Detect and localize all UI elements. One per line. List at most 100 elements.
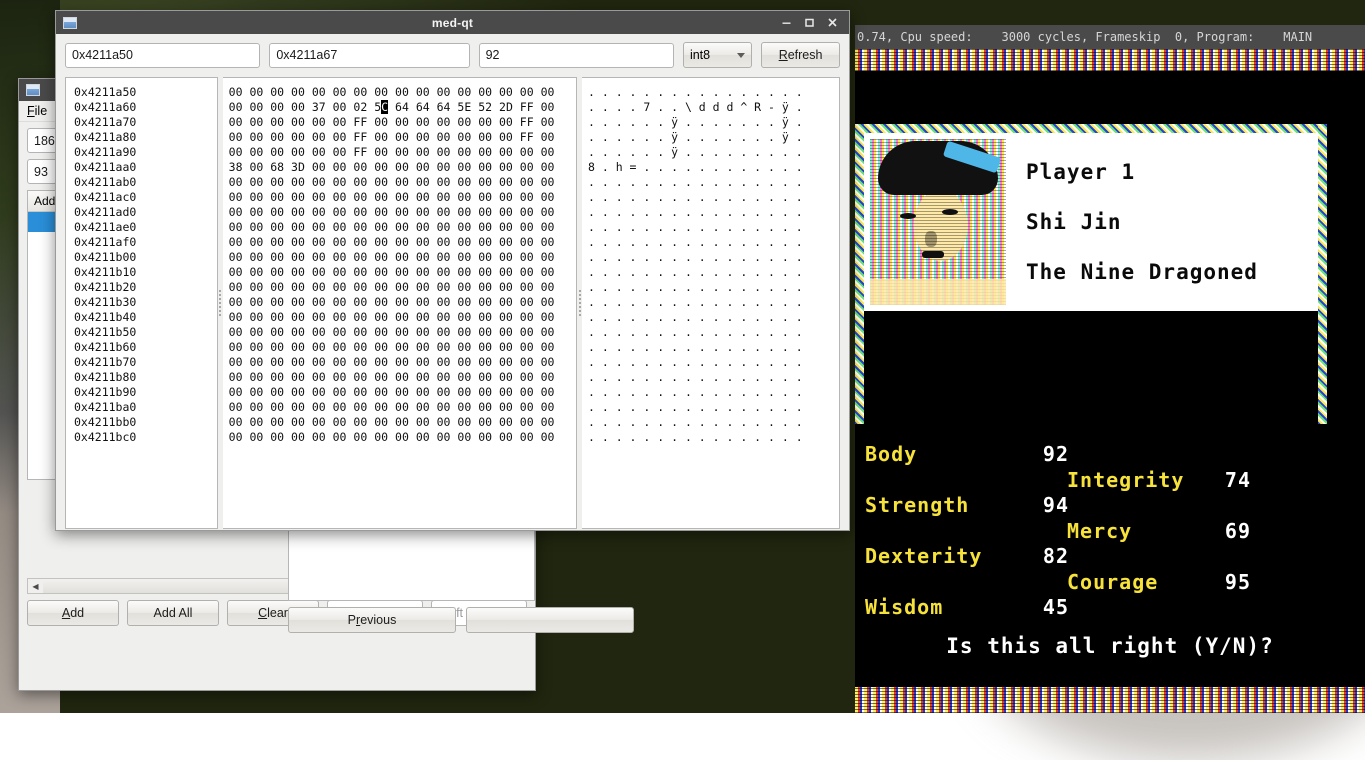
secondary-results-panel[interactable] — [288, 528, 535, 601]
hex-byte[interactable]: 00 — [229, 340, 243, 354]
hex-row[interactable]: 00 00 00 00 00 00 00 00 00 00 00 00 00 0… — [229, 385, 576, 400]
hex-byte[interactable]: 00 — [541, 235, 555, 249]
hex-byte[interactable]: 00 — [229, 130, 243, 144]
hex-byte[interactable]: 00 — [541, 295, 555, 309]
hex-byte[interactable]: 00 — [333, 310, 347, 324]
hex-byte[interactable]: 00 — [312, 385, 326, 399]
hex-byte[interactable]: 00 — [457, 160, 471, 174]
hex-byte[interactable]: 00 — [249, 220, 263, 234]
ascii-row[interactable]: . . . . . . . . . . . . . . . . — [588, 235, 839, 250]
address-row[interactable]: 0x4211b70 — [74, 355, 217, 370]
hex-byte[interactable]: 00 — [291, 205, 305, 219]
hex-byte[interactable]: 00 — [249, 115, 263, 129]
ascii-row[interactable]: . . . . . . . . . . . . . . . . — [588, 430, 839, 445]
hex-byte[interactable]: 00 — [437, 130, 451, 144]
hex-byte[interactable]: 00 — [229, 115, 243, 129]
hex-row[interactable]: 00 00 00 00 00 00 00 00 00 00 00 00 00 0… — [229, 205, 576, 220]
hex-byte[interactable]: 00 — [395, 295, 409, 309]
hex-byte[interactable]: 00 — [416, 85, 430, 99]
hex-byte[interactable]: 00 — [374, 85, 388, 99]
hex-byte[interactable]: 00 — [312, 400, 326, 414]
hex-byte[interactable]: 00 — [249, 385, 263, 399]
hex-byte[interactable]: 00 — [457, 295, 471, 309]
hex-byte[interactable]: 00 — [291, 370, 305, 384]
hex-byte[interactable]: 00 — [249, 295, 263, 309]
hex-byte[interactable]: 00 — [249, 415, 263, 429]
hex-byte[interactable]: 00 — [499, 400, 513, 414]
hex-byte[interactable]: 00 — [333, 115, 347, 129]
add-button[interactable]: Add — [27, 600, 119, 626]
hex-row[interactable]: 00 00 00 00 00 00 00 00 00 00 00 00 00 0… — [229, 415, 576, 430]
hex-byte[interactable]: 00 — [395, 310, 409, 324]
hex-byte[interactable]: 00 — [374, 205, 388, 219]
hex-byte[interactable]: 00 — [416, 280, 430, 294]
ascii-row[interactable]: . . . . . . . . . . . . . . . . — [588, 190, 839, 205]
hex-byte[interactable]: 02 — [353, 100, 367, 114]
hex-row[interactable]: 00 00 00 00 00 00 00 00 00 00 00 00 00 0… — [229, 280, 576, 295]
hex-byte[interactable]: 00 — [395, 250, 409, 264]
hex-byte[interactable]: 00 — [333, 235, 347, 249]
hex-byte[interactable]: 00 — [437, 190, 451, 204]
hex-byte[interactable]: 00 — [478, 295, 492, 309]
hex-byte[interactable]: 00 — [478, 145, 492, 159]
ascii-row[interactable]: . . . . . . . . . . . . . . . . — [588, 175, 839, 190]
hex-byte[interactable]: 00 — [499, 325, 513, 339]
hex-byte[interactable]: 00 — [541, 250, 555, 264]
hex-byte[interactable]: 00 — [333, 265, 347, 279]
hex-byte[interactable]: 00 — [229, 400, 243, 414]
hex-byte[interactable]: 00 — [395, 235, 409, 249]
hex-byte[interactable]: 00 — [478, 205, 492, 219]
hex-byte[interactable]: 00 — [478, 400, 492, 414]
hex-byte[interactable]: 00 — [374, 400, 388, 414]
hex-byte[interactable]: 00 — [291, 250, 305, 264]
hex-byte[interactable]: 00 — [541, 385, 555, 399]
hex-row[interactable]: 00 00 00 00 00 00 00 00 00 00 00 00 00 0… — [229, 370, 576, 385]
hex-byte[interactable]: 00 — [395, 265, 409, 279]
hex-byte[interactable]: FF — [353, 130, 367, 144]
hex-byte[interactable]: 00 — [312, 220, 326, 234]
hex-byte[interactable]: 00 — [520, 160, 534, 174]
hex-byte[interactable]: 00 — [478, 415, 492, 429]
hex-byte[interactable]: 00 — [312, 340, 326, 354]
hex-byte[interactable]: 00 — [249, 235, 263, 249]
hex-byte[interactable]: 00 — [499, 310, 513, 324]
hex-byte[interactable]: 00 — [333, 400, 347, 414]
hex-byte[interactable]: 00 — [229, 280, 243, 294]
hex-byte[interactable]: 00 — [520, 310, 534, 324]
hex-byte[interactable]: 00 — [457, 385, 471, 399]
hex-byte[interactable]: 00 — [437, 145, 451, 159]
hex-byte[interactable]: 00 — [437, 400, 451, 414]
hex-byte[interactable]: 00 — [395, 340, 409, 354]
hex-byte[interactable]: 00 — [457, 130, 471, 144]
hex-byte[interactable]: FF — [520, 130, 534, 144]
hex-byte[interactable]: 00 — [520, 190, 534, 204]
address-row[interactable]: 0x4211ba0 — [74, 400, 217, 415]
hex-byte[interactable]: 00 — [437, 340, 451, 354]
hex-byte[interactable]: 00 — [437, 310, 451, 324]
hex-byte[interactable]: 00 — [457, 220, 471, 234]
hex-byte[interactable]: 00 — [270, 355, 284, 369]
hex-byte[interactable]: 00 — [249, 85, 263, 99]
hex-byte[interactable]: 00 — [333, 160, 347, 174]
hex-byte[interactable]: 00 — [353, 340, 367, 354]
address-row[interactable]: 0x4211b50 — [74, 325, 217, 340]
hex-byte[interactable]: 00 — [541, 265, 555, 279]
hex-byte[interactable]: 00 — [312, 145, 326, 159]
hex-byte[interactable]: 00 — [291, 220, 305, 234]
hex-byte[interactable]: 64 — [437, 100, 451, 114]
hex-byte[interactable]: 00 — [541, 190, 555, 204]
address-row[interactable]: 0x4211b60 — [74, 340, 217, 355]
hex-byte[interactable]: 00 — [291, 235, 305, 249]
hex-byte[interactable]: 00 — [457, 265, 471, 279]
ascii-row[interactable]: . . . . . . . . . . . . . . . . — [588, 295, 839, 310]
hex-byte[interactable]: 00 — [270, 430, 284, 444]
hex-byte[interactable]: 00 — [395, 385, 409, 399]
hex-byte[interactable]: 00 — [333, 130, 347, 144]
hex-byte[interactable]: 00 — [249, 190, 263, 204]
hex-row[interactable]: 00 00 00 00 00 00 00 00 00 00 00 00 00 0… — [229, 235, 576, 250]
hex-byte[interactable]: 00 — [374, 145, 388, 159]
hex-byte[interactable]: 00 — [374, 175, 388, 189]
hex-byte[interactable]: 00 — [333, 175, 347, 189]
hex-byte[interactable]: 00 — [478, 235, 492, 249]
hex-byte[interactable]: 00 — [229, 235, 243, 249]
